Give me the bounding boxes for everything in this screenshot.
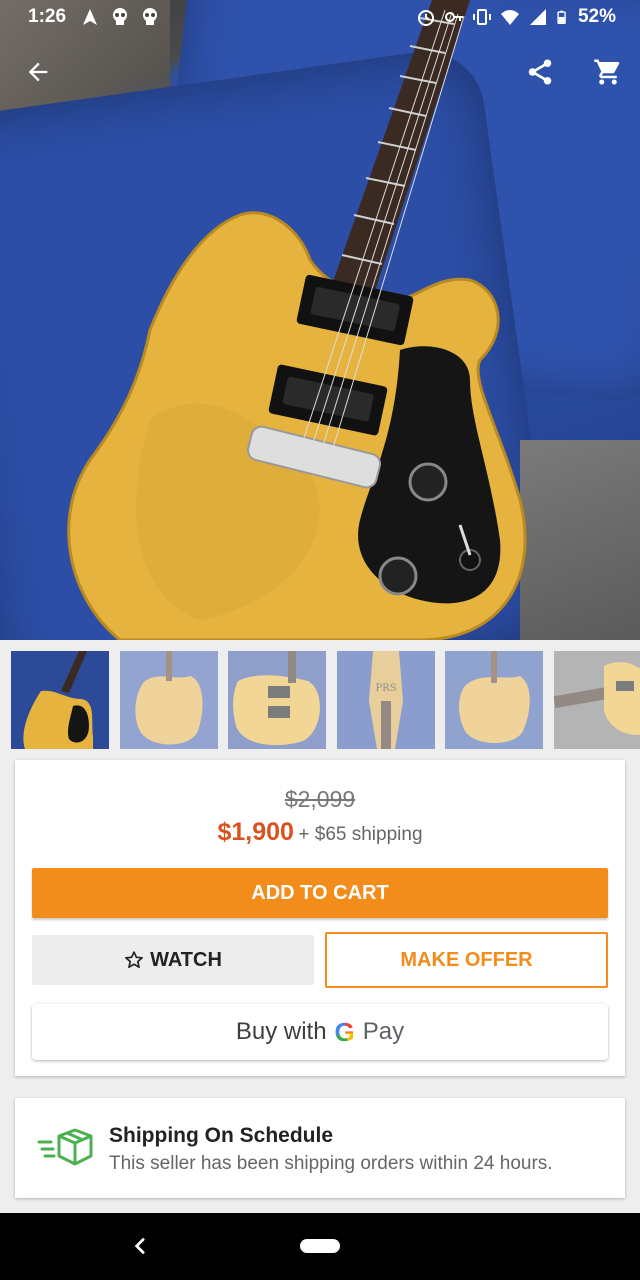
add-to-cart-label: ADD TO CART [251,881,389,904]
google-pay-button[interactable]: Buy with G Pay [32,1004,608,1060]
make-offer-label: MAKE OFFER [400,948,533,971]
nav-home-pill[interactable] [300,1239,340,1253]
google-g-icon: G [334,1016,355,1047]
vpn-key-icon [444,12,463,22]
guitar-illustration [67,0,527,640]
thumbnail-image: PRS [369,651,403,749]
thumbnail[interactable] [554,651,640,749]
battery-percent: 52% [577,6,616,27]
thumbnail[interactable] [445,651,543,749]
battery-icon [557,10,566,24]
current-price: $1,900 [217,818,294,846]
navigation-icon [83,9,98,25]
thumbnail[interactable] [11,651,109,749]
alarm-icon [417,10,434,26]
thumbnail[interactable] [120,651,218,749]
price-line: $1,900 + $65 shipping [15,818,625,847]
star-outline-icon [125,951,143,968]
shipping-on-schedule-card: Shipping On Schedule This seller has bee… [15,1098,625,1198]
skull-icon [113,8,128,25]
thumbnail-image [554,662,640,735]
back-button[interactable] [20,54,56,90]
add-to-cart-button[interactable]: ADD TO CART [32,868,608,918]
arrow-back-icon [28,62,48,82]
thumbnail-strip: PRS [0,640,640,760]
vibrate-icon [472,9,491,25]
thumbnail-image [233,651,320,746]
gpay-prefix: Buy with [235,1018,327,1045]
system-navigation-bar [0,1213,640,1280]
status-time: 1:26 [28,6,67,27]
shipping-badge-title: Shipping On Schedule [109,1124,334,1147]
fast-shipping-box-icon [37,1128,93,1166]
gpay-pay-text: Pay [362,1018,405,1045]
thumbnail[interactable]: PRS [337,651,435,749]
thumbnail[interactable] [228,651,326,749]
watch-label: WATCH [150,948,222,971]
thumbnail-image [135,651,203,745]
cart-button[interactable] [590,54,626,90]
nav-back-icon[interactable] [128,1233,154,1259]
shipping-cost: + $65 shipping [298,824,423,845]
shipping-badge-description: This seller has been shipping orders wit… [109,1153,553,1174]
share-icon [528,59,552,85]
product-hero-image[interactable] [0,0,640,640]
share-button[interactable] [522,54,558,90]
make-offer-button[interactable]: MAKE OFFER [325,932,608,988]
cart-icon [594,59,620,85]
skull-icon [143,8,158,25]
signal-icon [529,9,546,25]
thumbnail-image [23,651,93,749]
purchase-card: $2,099 $1,900 + $65 shipping ADD TO CART… [15,760,625,1076]
wifi-icon [500,10,519,25]
status-bar: 1:26 52% [0,0,640,34]
svg-text:PRS: PRS [375,683,396,694]
watch-button[interactable]: WATCH [32,935,314,985]
original-price: $2,099 [284,786,356,812]
thumbnail-image [459,651,530,743]
